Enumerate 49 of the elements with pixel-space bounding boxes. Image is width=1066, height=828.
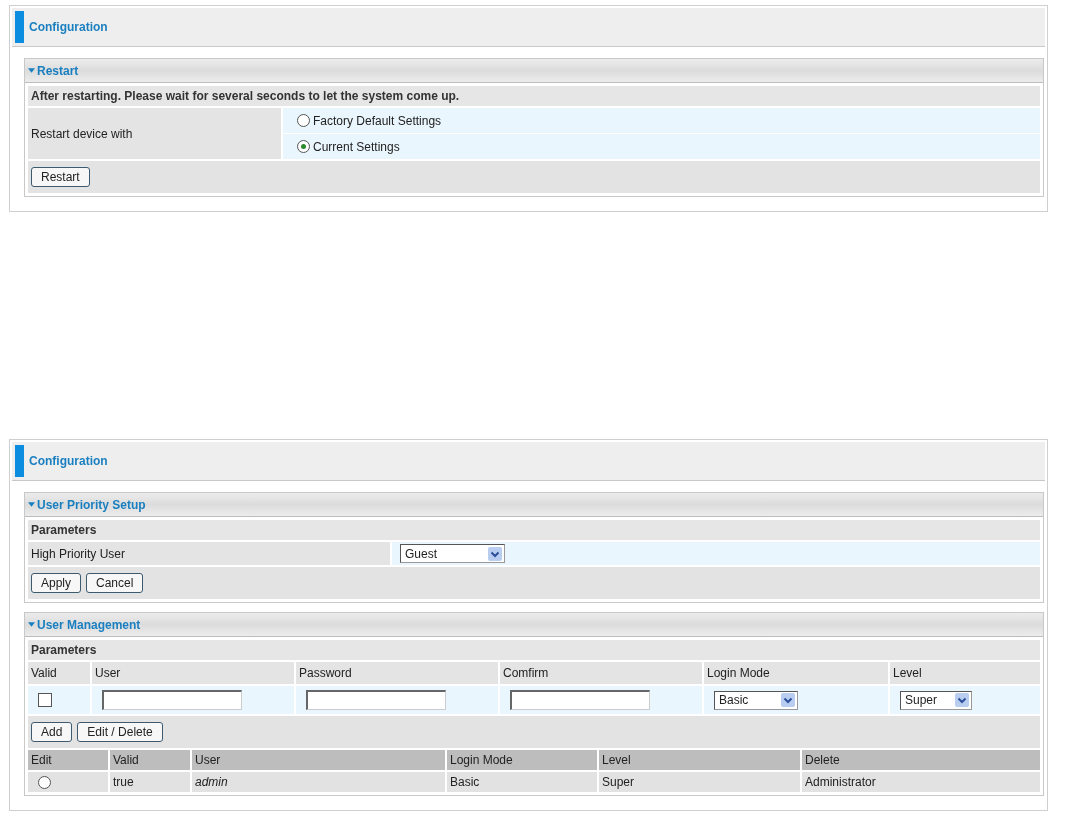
priority-select[interactable]: Guest xyxy=(400,544,505,563)
column-header: Login Mode xyxy=(704,662,888,684)
panel-title: Configuration xyxy=(29,454,108,468)
column-header: Valid xyxy=(28,662,90,684)
table-cell: Administrator xyxy=(802,772,1040,792)
collapse-triangle-icon xyxy=(28,622,35,627)
table-header: Level xyxy=(599,750,800,770)
accent-bar xyxy=(15,445,24,477)
add-button[interactable]: Add xyxy=(31,722,73,742)
subheading: Parameters xyxy=(28,520,1040,540)
login-mode-select[interactable]: Basic xyxy=(714,690,798,710)
column-header: User xyxy=(92,662,294,684)
level-select[interactable]: Super xyxy=(900,690,972,710)
notice-text: After restarting. Please wait for several seconds to let the system come up. xyxy=(28,86,1040,106)
apply-button[interactable]: Apply xyxy=(31,573,82,593)
table-header: Delete xyxy=(802,750,1040,770)
password-input[interactable] xyxy=(306,690,446,710)
field-label: Restart device with xyxy=(28,108,281,159)
column-header: Password xyxy=(296,662,498,684)
radio-button[interactable] xyxy=(38,775,51,789)
table-cell: admin xyxy=(192,772,445,792)
user-input[interactable] xyxy=(102,690,242,710)
collapse-triangle-icon xyxy=(28,68,35,73)
radio-label[interactable]: Factory Default Settings xyxy=(313,113,442,128)
restart-button[interactable]: Restart xyxy=(31,167,90,187)
radio-label[interactable]: Current Settings xyxy=(313,139,400,154)
table-header: Edit xyxy=(28,750,108,770)
panel-title: Configuration xyxy=(29,20,108,34)
column-header: Level xyxy=(890,662,1040,684)
table-cell: Basic xyxy=(447,772,597,792)
subheading: Parameters xyxy=(28,640,1040,660)
field-label: High Priority User xyxy=(28,542,390,565)
table-header: User xyxy=(192,750,445,770)
checkbox[interactable] xyxy=(38,693,52,707)
table-header: Login Mode xyxy=(447,750,597,770)
radio-button[interactable] xyxy=(297,114,310,127)
edit-delete-button[interactable]: Edit / Delete xyxy=(77,722,163,742)
table-cell: Super xyxy=(599,772,800,792)
cancel-button[interactable]: Cancel xyxy=(86,573,144,593)
radio-button[interactable] xyxy=(297,140,310,153)
confirm-input[interactable] xyxy=(510,690,650,710)
table-cell: true xyxy=(110,772,190,792)
table-header: Valid xyxy=(110,750,190,770)
accent-bar xyxy=(15,11,24,43)
chevron-icon xyxy=(488,546,502,561)
column-header: Comfirm xyxy=(500,662,702,684)
collapse-triangle-icon xyxy=(28,502,35,507)
chevron-icon xyxy=(955,693,969,707)
chevron-icon xyxy=(781,693,795,707)
